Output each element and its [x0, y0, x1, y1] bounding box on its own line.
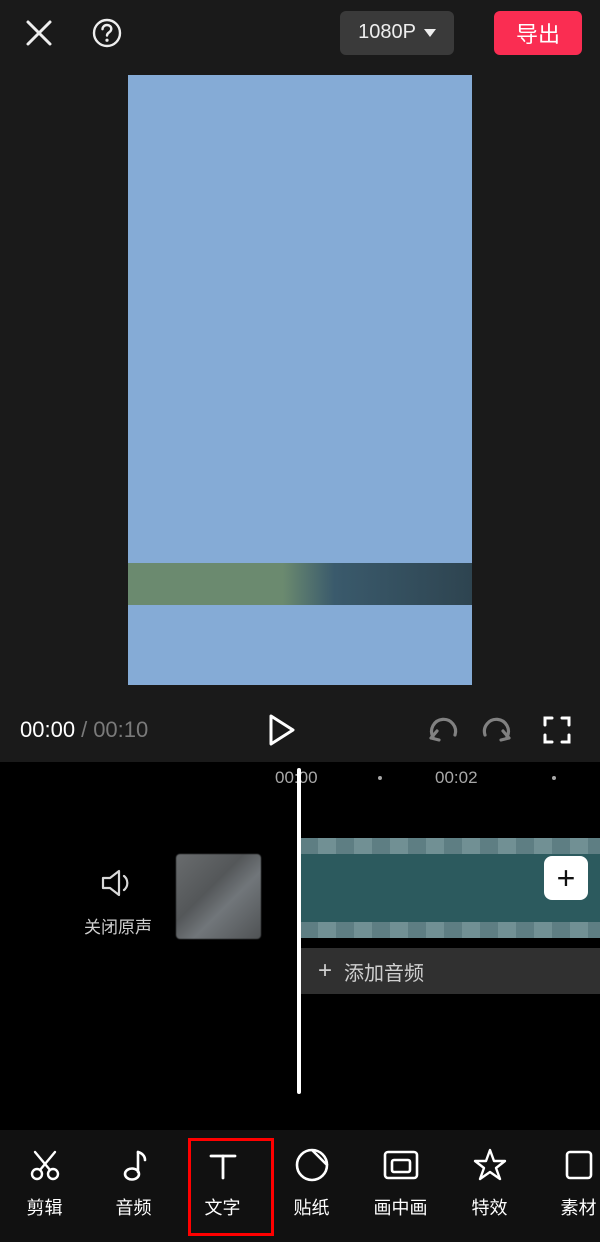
tool-label: 特效 — [472, 1194, 508, 1220]
close-button[interactable] — [18, 12, 60, 54]
redo-button[interactable] — [474, 707, 520, 753]
cover-thumbnail[interactable] — [176, 854, 261, 939]
time-separator: / — [81, 717, 87, 743]
add-clip-button[interactable]: + — [544, 856, 588, 900]
resolution-select[interactable]: 1080P — [340, 11, 454, 55]
export-label: 导出 — [516, 17, 560, 49]
tool-effect[interactable]: 特效 — [445, 1142, 534, 1220]
tool-sticker[interactable]: 贴纸 — [267, 1142, 356, 1220]
add-audio-label: 添加音频 — [344, 957, 424, 986]
music-note-icon — [118, 1146, 150, 1184]
add-audio-track[interactable]: + 添加音频 — [300, 948, 600, 994]
tool-pip[interactable]: 画中画 — [356, 1142, 445, 1220]
timeline: 00:00 00:02 关闭原声 + + 添加音频 — [0, 762, 600, 1130]
tool-material[interactable]: 素材 — [534, 1142, 600, 1220]
tool-label: 文字 — [205, 1194, 241, 1220]
speaker-icon — [101, 868, 135, 898]
tool-label: 贴纸 — [294, 1194, 330, 1220]
playhead[interactable] — [297, 768, 301, 1094]
star-icon — [472, 1146, 508, 1184]
plus-icon: + — [557, 862, 576, 894]
top-bar: 1080P 导出 — [0, 0, 600, 65]
video-content-strip — [128, 563, 472, 605]
bottom-toolbar: 剪辑 音频 文字 贴纸 — [0, 1130, 600, 1242]
time-display: 00:00 / 00:10 — [20, 717, 148, 743]
mute-original-button[interactable]: 关闭原声 — [82, 868, 154, 938]
ruler-dot — [378, 776, 382, 780]
material-icon — [563, 1146, 595, 1184]
tool-cut[interactable]: 剪辑 — [0, 1142, 89, 1220]
mute-label: 关闭原声 — [82, 913, 154, 938]
ruler-tick-1: 00:02 — [435, 768, 478, 788]
tool-label: 画中画 — [374, 1194, 428, 1220]
ruler-dot — [552, 776, 556, 780]
undo-button[interactable] — [420, 707, 466, 753]
scissors-icon — [27, 1146, 63, 1184]
tool-text[interactable]: 文字 — [178, 1142, 267, 1220]
plus-icon: + — [318, 957, 332, 985]
preview-area: 00:00 / 00:10 — [0, 65, 600, 762]
picture-in-picture-icon — [382, 1146, 420, 1184]
fullscreen-button[interactable] — [534, 707, 580, 753]
export-button[interactable]: 导出 — [494, 11, 582, 55]
play-button[interactable] — [259, 707, 305, 753]
caret-down-icon — [424, 29, 436, 37]
video-preview[interactable] — [128, 75, 472, 685]
resolution-label: 1080P — [358, 21, 416, 44]
text-icon — [206, 1146, 240, 1184]
total-time: 00:10 — [93, 717, 148, 743]
help-button[interactable] — [86, 12, 128, 54]
tool-label: 音频 — [116, 1194, 152, 1220]
tool-audio[interactable]: 音频 — [89, 1142, 178, 1220]
tool-label: 素材 — [561, 1194, 597, 1220]
tool-label: 剪辑 — [27, 1194, 63, 1220]
player-controls: 00:00 / 00:10 — [0, 707, 600, 753]
current-time: 00:00 — [20, 717, 75, 743]
sticker-icon — [294, 1146, 330, 1184]
track-area[interactable]: 关闭原声 + + 添加音频 — [0, 796, 600, 1130]
